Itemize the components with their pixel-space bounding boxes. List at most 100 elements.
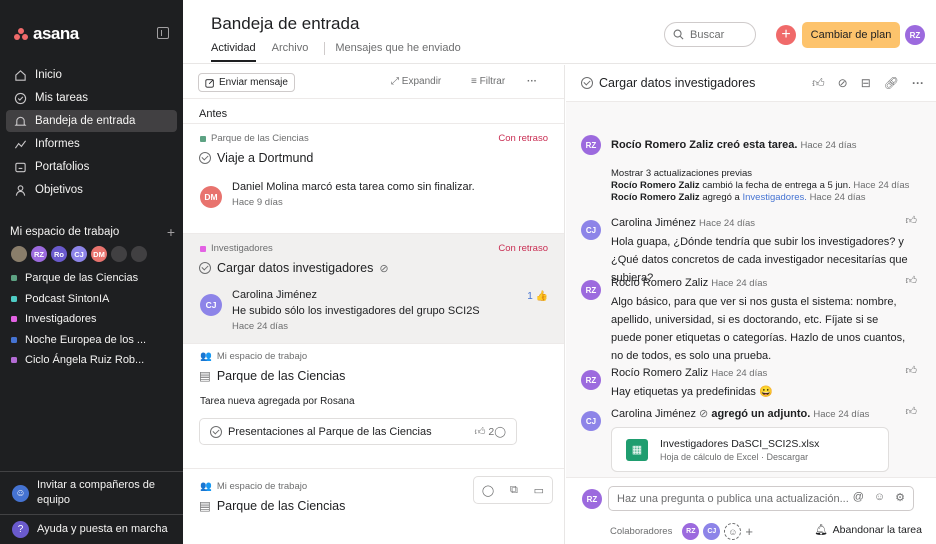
inbox-card[interactable]: Parque de las Ciencias Con retraso Viaje… [183,124,564,234]
expand-button[interactable]: ⤢ Expandir [391,76,441,87]
user-avatar[interactable]: RZ [905,25,925,45]
avatar: CJ [71,246,87,262]
invite-teammates-button[interactable]: ☺ Invitar a compañeros de equipo [0,472,183,515]
author-name[interactable]: Rocío Romero Zaliz [611,192,700,203]
nav-reports[interactable]: Informes [6,133,177,155]
search-input[interactable]: Buscar [664,22,756,47]
author-name[interactable]: Rocío Romero Zaliz [611,367,708,379]
attachment-card[interactable]: ▦ Investigadores DaSCI_SCI2S.xlsx Hoja d… [611,427,889,472]
card-project[interactable]: 👥 Mi espacio de trabajo [200,351,307,362]
card-title-text: Parque de las Ciencias [216,498,346,513]
upgrade-button[interactable]: Cambiar de plan [802,22,900,48]
project-noche-europea[interactable]: Noche Europea de los ... [11,330,181,351]
tab-activity[interactable]: Actividad [211,42,256,62]
workspace-section[interactable]: Mi espacio de trabajo + [10,225,175,239]
project-parque-de-las-ciencias[interactable]: Parque de las Ciencias [11,268,181,289]
avatar: CJ [200,294,222,316]
nav-portfolios[interactable]: Portafolios [6,156,177,178]
avatar: RZ [31,246,47,262]
thumbs-up-icon[interactable]: 👍︎ [906,405,918,418]
check-circle-icon[interactable] [199,262,211,274]
team-avatars[interactable]: RZ Ro CJ DM [11,246,147,262]
settings-icon[interactable]: ⚙ [895,491,905,504]
add-project-icon[interactable]: + [167,225,175,239]
comment-body: Rocío Romero Zaliz Hace 24 días Algo bás… [611,274,911,365]
card-project[interactable]: Investigadores [200,243,273,254]
inbox-card[interactable]: 👥 Mi espacio de trabajo ▤ Parque de las Ci… [183,344,564,469]
check-circle-icon[interactable] [199,152,211,164]
tab-sent-messages[interactable]: Mensajes que he enviado [335,42,460,62]
card-hover-actions: ◯ ⧉ ▭ [473,476,553,504]
create-button[interactable]: + [776,25,796,45]
asana-logo[interactable]: asana [14,24,79,44]
feed-time: Hace 24 días [711,278,768,289]
update-row: Rocío Romero Zaliz agregó a Investigador… [611,192,911,204]
check-circle-icon[interactable] [210,425,222,438]
card-title[interactable]: Viaje a Dortmund [199,151,313,165]
author-name[interactable]: Carolina Jiménez [611,408,696,420]
card-title[interactable]: Cargar datos investigadores ⊘ [199,261,389,275]
author-name[interactable]: Rocío Romero Zaliz [611,277,708,289]
more-options-icon[interactable]: ··· [912,76,924,91]
card-title[interactable]: ▤ Parque de las Ciencias [199,368,345,384]
help-button[interactable]: ? Ayuda y puesta en marcha [0,515,183,544]
collaborators: Colaboradores RZ CJ ☺ + [610,523,753,540]
archive-icon[interactable]: ▭ [534,484,544,497]
tab-archive[interactable]: Archivo [272,42,309,62]
section-header: Antes [183,99,564,124]
open-in-new-icon[interactable]: ⧉ [510,484,518,497]
nav-home[interactable]: Inicio [6,64,177,86]
thumbs-up-icon[interactable]: 👍︎ [812,76,825,91]
thumbs-up-icon[interactable]: 👍︎ [906,214,918,227]
card-title[interactable]: ▤ Parque de las Ciencias [199,498,346,514]
inbox-card[interactable]: Investigadores Con retraso Cargar datos … [183,234,564,344]
show-previous-updates-link[interactable]: Mostrar 3 actualizaciones previas [611,168,911,180]
filter-icon: ≡ [471,76,480,87]
inbox-card[interactable]: 👥 Mi espacio de trabajo ▤ Parque de las Ci… [183,469,564,544]
avatar[interactable]: RZ [682,523,700,540]
project-ciclo-angela[interactable]: Ciclo Ángela Ruiz Rob... [11,350,181,371]
add-collaborator-icon[interactable]: ☺ [724,523,742,540]
activity-message: Daniel Molina marcó esta tarea como sin … [232,181,475,193]
like-count-value: 1 [527,291,533,302]
card-project[interactable]: Parque de las Ciencias [200,133,309,144]
subtask-row[interactable]: Presentaciones al Parque de las Ciencias… [199,418,517,445]
plus-icon[interactable]: + [745,524,753,539]
author-name[interactable]: Carolina Jiménez [611,217,696,229]
card-project[interactable]: 👥 Mi espacio de trabajo [200,481,307,492]
nav-goals[interactable]: Objetivos [6,179,177,201]
project-podcast-sintonia[interactable]: Podcast SintonIA [11,289,181,310]
filter-button[interactable]: ≡ Filtrar [471,76,505,87]
collapse-sidebar-icon[interactable] [157,27,169,39]
nav-my-tasks[interactable]: Mis tareas [6,87,177,109]
thumbs-up-icon[interactable]: 👍︎ [906,274,918,287]
link-icon[interactable]: 🔗︎ [884,76,899,91]
project-link[interactable]: Investigadores. [742,192,806,203]
thumbs-up-icon[interactable]: 👍︎ [474,426,485,438]
avatar: CJ [581,411,601,431]
subtasks-icon[interactable]: ⊟ [861,76,871,91]
mention-icon[interactable]: @ [853,491,864,504]
tab-divider [324,42,326,55]
invite-icon: ☺ [12,484,29,502]
check-circle-icon[interactable] [581,77,593,89]
nav-inbox[interactable]: Bandeja de entrada [6,110,177,132]
author-name[interactable]: Rocío Romero Zaliz [611,139,714,151]
more-options-icon[interactable]: ··· [527,76,537,87]
like-count[interactable]: 1 👍 [527,291,548,302]
comment-input[interactable]: Haz una pregunta o publica una actualiza… [608,486,914,511]
project-investigadores[interactable]: Investigadores [11,309,181,330]
workspace-title: Mi espacio de trabajo [10,226,120,238]
emoji-icon[interactable]: ☺ [874,491,885,504]
mark-complete-icon[interactable]: ◯ [482,484,494,497]
thumbs-up-icon[interactable]: 👍︎ [906,364,918,377]
detail-title[interactable]: Cargar datos investigadores [581,76,755,90]
send-message-button[interactable]: Enviar mensaje [198,73,295,92]
avatar[interactable]: CJ [703,523,721,540]
inbox-tabs: Actividad Archivo Mensajes que he enviad… [211,42,461,62]
attachment-icon[interactable]: ⊘ [838,76,848,91]
leave-task-button[interactable]: 🔔︎ Abandonar la tarea [814,523,922,537]
author-name[interactable]: Rocío Romero Zaliz [611,180,700,191]
composer-tools: @ ☺ ⚙ [853,491,905,504]
attachment-name[interactable]: Investigadores DaSCI_SCI2S.xlsx [660,438,819,450]
